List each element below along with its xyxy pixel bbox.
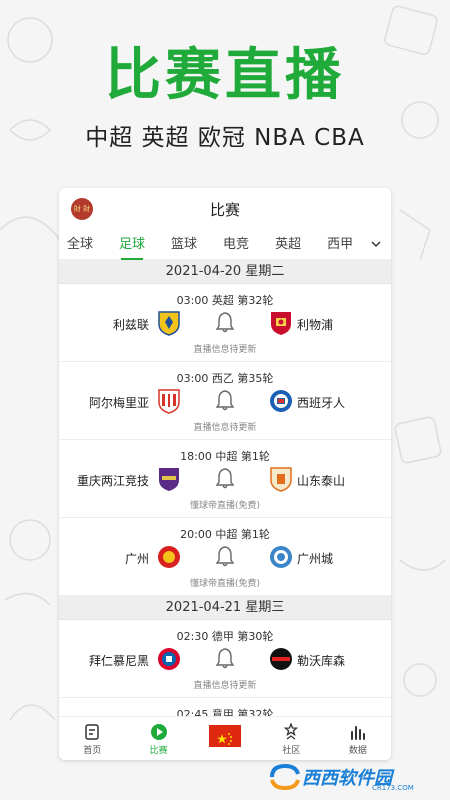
match-row[interactable]: 02:30 德甲 第30轮 拜仁慕尼黑 勒沃库森 直播信息待更新 xyxy=(59,620,391,698)
away-team-name: 西班牙人 xyxy=(297,396,346,410)
watermark-domain: CR173.COM xyxy=(372,784,414,792)
app-screen: 財 財 比赛 全球 足球 篮球 电竞 英超 西甲 2021-04-20 星期二 … xyxy=(59,188,391,760)
team-crest-icon xyxy=(270,546,292,568)
match-time-league: 02:30 德甲 第30轮 xyxy=(176,630,274,643)
broadcast-note: 懂球帝直播(免费) xyxy=(189,579,261,589)
broadcast-note: 直播信息待更新 xyxy=(193,681,257,691)
match-row[interactable]: 03:00 英超 第32轮 利兹联 利物浦 直播信息待更新 xyxy=(59,284,391,362)
tab-esports[interactable]: 电竞 xyxy=(223,230,249,260)
nav-data[interactable]: 数据 xyxy=(325,717,391,760)
home-team-name: 广州 xyxy=(124,552,149,566)
team-crest-icon xyxy=(158,648,180,670)
nav-data-label: 数据 xyxy=(348,746,367,756)
away-team-name: 山东泰山 xyxy=(297,474,346,488)
match-time-league: 03:00 西乙 第35轮 xyxy=(176,372,274,385)
match-time-league: 03:00 英超 第32轮 xyxy=(176,294,274,307)
team-crest-icon xyxy=(158,389,180,414)
bell-icon[interactable] xyxy=(214,388,236,412)
china-flag-icon xyxy=(209,725,242,747)
bar-chart-icon xyxy=(350,726,365,740)
star-person-icon xyxy=(284,723,299,740)
tab-football[interactable]: 足球 xyxy=(119,230,145,260)
bell-icon[interactable] xyxy=(214,544,236,568)
tab-premier-league[interactable]: 英超 xyxy=(275,230,301,260)
match-time-league: 20:00 中超 第1轮 xyxy=(180,528,270,541)
team-crest-icon xyxy=(270,648,292,670)
nav-home[interactable]: 首页 xyxy=(59,717,125,760)
watermark: 西西软件园 CR173.COM xyxy=(268,762,438,792)
away-team-name: 利物浦 xyxy=(297,318,334,332)
chevron-down-icon[interactable] xyxy=(371,239,381,249)
promo-subtitle: 中超 英超 欧冠 NBA CBA xyxy=(85,125,365,151)
nav-flag[interactable] xyxy=(192,717,258,760)
match-row[interactable]: 20:00 中超 第1轮 广州 广州城 懂球帝直播(免费) xyxy=(59,518,391,596)
bell-icon[interactable] xyxy=(214,466,236,490)
home-team-name: 拜仁慕尼黑 xyxy=(88,654,149,668)
bell-icon[interactable] xyxy=(214,646,236,670)
team-crest-icon xyxy=(270,467,292,492)
bottom-nav: 首页 比赛 社区 数据 xyxy=(59,716,391,760)
nav-matches-label: 比赛 xyxy=(149,746,168,756)
nav-community-label: 社区 xyxy=(282,746,301,756)
tab-la-liga[interactable]: 西甲 xyxy=(327,230,353,260)
team-crest-icon xyxy=(158,311,180,336)
match-row[interactable]: 18:00 中超 第1轮 重庆两江竞技 山东泰山 懂球帝直播(免费) xyxy=(59,440,391,518)
home-team-name: 重庆两江竞技 xyxy=(76,474,149,488)
sport-tabs: 全球 足球 篮球 电竞 英超 西甲 xyxy=(59,230,391,260)
bell-icon[interactable] xyxy=(214,310,236,334)
date-header: 2021-04-21 星期三 xyxy=(59,596,391,620)
team-crest-icon xyxy=(271,312,291,335)
broadcast-note: 直播信息待更新 xyxy=(193,423,257,433)
tab-basketball[interactable]: 篮球 xyxy=(171,230,197,260)
avatar[interactable]: 財 財 xyxy=(71,198,93,220)
team-crest-icon xyxy=(158,546,180,568)
app-header: 財 財 比赛 xyxy=(59,188,391,230)
date-header: 2021-04-20 星期二 xyxy=(59,260,391,284)
nav-home-label: 首页 xyxy=(83,746,102,756)
broadcast-note: 懂球帝直播(免费) xyxy=(189,501,261,511)
team-crest-icon xyxy=(159,468,179,491)
match-row[interactable]: 03:00 西乙 第35轮 阿尔梅里亚 西班牙人 直播信息待更新 xyxy=(59,362,391,440)
document-icon xyxy=(85,724,99,740)
nav-matches[interactable]: 比赛 xyxy=(125,717,191,760)
tab-all[interactable]: 全球 xyxy=(67,230,93,260)
home-team-name: 利兹联 xyxy=(112,318,149,332)
nav-community[interactable]: 社区 xyxy=(258,717,324,760)
promo-title: 比赛直播 xyxy=(105,43,345,108)
watermark-logo-icon xyxy=(270,763,300,791)
match-time-league: 18:00 中超 第1轮 xyxy=(180,450,270,463)
page-title: 比赛 xyxy=(209,200,240,219)
team-crest-icon xyxy=(270,390,292,412)
away-team-name: 勒沃库森 xyxy=(297,654,346,668)
away-team-name: 广州城 xyxy=(297,552,334,566)
broadcast-note: 直播信息待更新 xyxy=(193,345,257,355)
home-team-name: 阿尔梅里亚 xyxy=(88,396,149,410)
play-circle-icon xyxy=(150,724,167,740)
